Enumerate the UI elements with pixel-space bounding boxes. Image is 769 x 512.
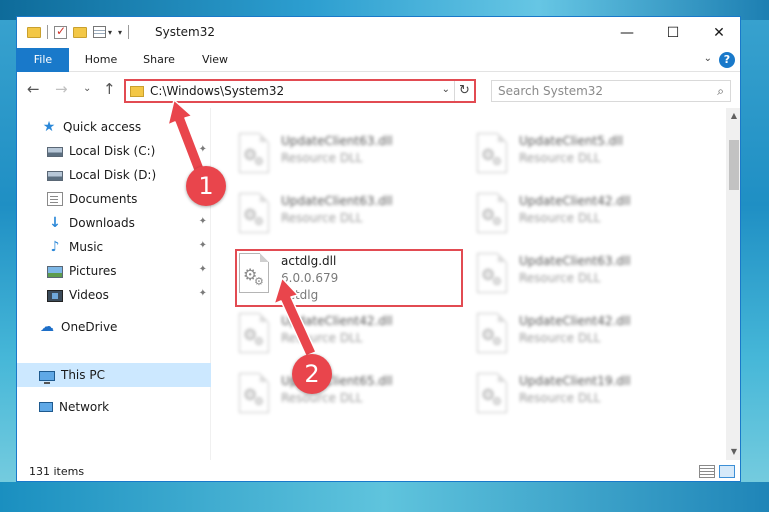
step-callout-2: 2	[292, 354, 332, 394]
step-callout-1: 1	[186, 166, 226, 206]
arrow-to-file	[273, 277, 317, 357]
annotation-arrows	[167, 99, 317, 357]
